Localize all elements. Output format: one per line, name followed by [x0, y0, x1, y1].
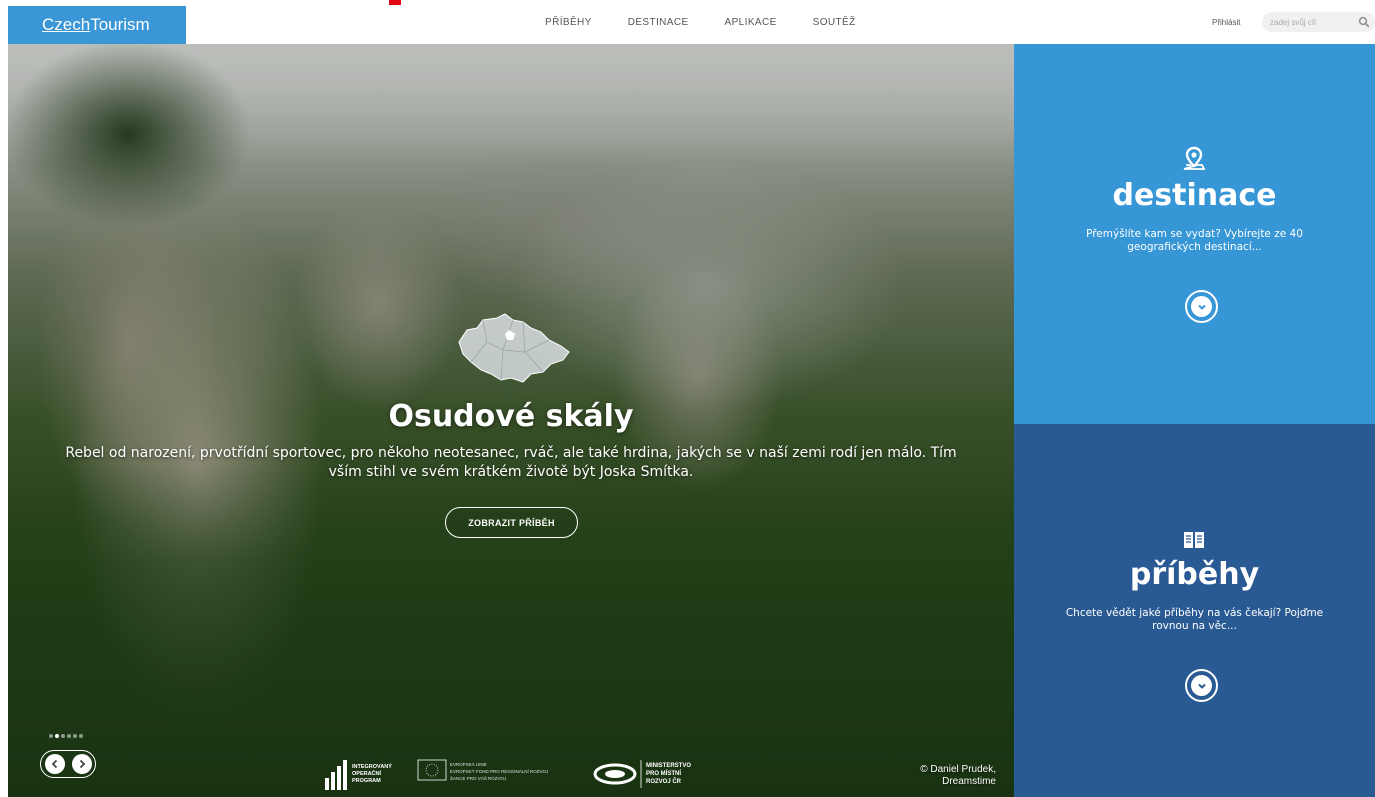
destinations-expand-button[interactable]: [1185, 290, 1218, 323]
slide-dot[interactable]: [49, 734, 53, 738]
chevron-left-icon: [44, 753, 65, 774]
slide-dot[interactable]: [73, 734, 77, 738]
photo-credit-line-2: Dreamstime: [942, 776, 996, 787]
eu-line-3: ŠANCE PRO VÁŠ ROZVOJ: [450, 775, 506, 781]
slide-dot[interactable]: [67, 734, 71, 738]
czech-map-icon: [458, 313, 570, 383]
destinations-text: Přemýšlíte kam se vydat? Vybírejte ze 40…: [1086, 228, 1303, 253]
stories-title: příběhy: [1129, 557, 1260, 592]
iop-line-1: INTEGROVANÝ: [352, 763, 392, 770]
eu-line-2: EVROPSKÝ FOND PRO REGIONÁLNÍ ROZVOJ: [450, 768, 548, 774]
map-pin-icon: [1183, 146, 1206, 170]
search-input[interactable]: [1270, 15, 1350, 29]
slide-dot[interactable]: [61, 734, 65, 738]
show-story-button[interactable]: ZOBRAZIT PŘÍBĚH: [445, 507, 578, 538]
eu-line-1: EVROPSKÁ UNIE: [450, 761, 487, 767]
prev-slide-button[interactable]: [41, 751, 68, 776]
mmr-line-3: ROZVOJ ČR: [646, 778, 682, 785]
nav-item-destinace[interactable]: DESTINACE: [628, 17, 689, 28]
site-header: CzechTourism PŘÍBĚHY DESTINACE APLIKACE …: [0, 0, 1375, 44]
next-slide-button[interactable]: [68, 751, 95, 776]
nav-item-pribehy[interactable]: PŘÍBĚHY: [545, 17, 592, 28]
open-book-icon: [1184, 532, 1204, 548]
iop-logo: INTEGROVANÝ OPERAČNÍ PROGRAM: [325, 760, 392, 790]
mmr-logo: MINISTERSTVO PRO MÍSTNÍ ROZVOJ ČR: [593, 760, 691, 788]
chevron-right-icon: [71, 753, 92, 774]
search-box: [1262, 12, 1375, 32]
photo-credit: © Daniel Prudek, Dreamstime: [888, 764, 996, 788]
slider-arrows: [40, 750, 96, 778]
logo-text-czech: Czech: [42, 15, 91, 34]
red-accent-mark: [389, 0, 401, 5]
stories-text: Chcete vědět jaké příběhy na vás čekají?…: [1065, 607, 1324, 632]
hero-slider: Osudové skály Rebel od narození, prvotří…: [8, 44, 1014, 797]
hero-title: Osudové skály: [388, 399, 634, 434]
slide-dot[interactable]: [79, 734, 83, 738]
slide-dot-active[interactable]: [55, 734, 59, 738]
destinations-title: destinace: [1112, 178, 1277, 213]
mmr-line-1: MINISTERSTVO: [646, 763, 691, 769]
stories-expand-button[interactable]: [1185, 669, 1218, 702]
main-nav: PŘÍBĚHY DESTINACE APLIKACE SOUTĚŽ: [545, 0, 892, 44]
stories-panel[interactable]: příběhy Chcete vědět jaké příběhy na vás…: [1014, 424, 1375, 797]
search-icon[interactable]: [1358, 16, 1370, 28]
chevron-down-icon: [1191, 296, 1212, 317]
hero-description: Rebel od narození, prvotřídní sportovec,…: [65, 445, 957, 480]
eu-logo: EVROPSKÁ UNIE EVROPSKÝ FOND PRO REGIONÁL…: [417, 759, 548, 781]
login-link[interactable]: Přihlásit: [1212, 18, 1240, 27]
destinations-panel[interactable]: destinace Přemýšlíte kam se vydat? Vybír…: [1014, 44, 1375, 424]
chevron-down-icon: [1191, 675, 1212, 696]
logo-text: CzechTourism: [42, 15, 150, 35]
slide-indicator: [49, 734, 85, 738]
nav-item-soutez[interactable]: SOUTĚŽ: [813, 17, 856, 28]
funding-logos: INTEGROVANÝ OPERAČNÍ PROGRAM EVROPSKÁ UN…: [325, 759, 691, 790]
iop-line-3: PROGRAM: [352, 778, 381, 784]
logo-text-tourism: Tourism: [90, 15, 150, 34]
iop-line-2: OPERAČNÍ: [352, 769, 382, 777]
czechtourism-logo[interactable]: CzechTourism: [8, 6, 186, 44]
photo-credit-line-1: © Daniel Prudek,: [920, 764, 996, 775]
mmr-line-2: PRO MÍSTNÍ: [646, 769, 681, 777]
nav-item-aplikace[interactable]: APLIKACE: [725, 17, 777, 28]
